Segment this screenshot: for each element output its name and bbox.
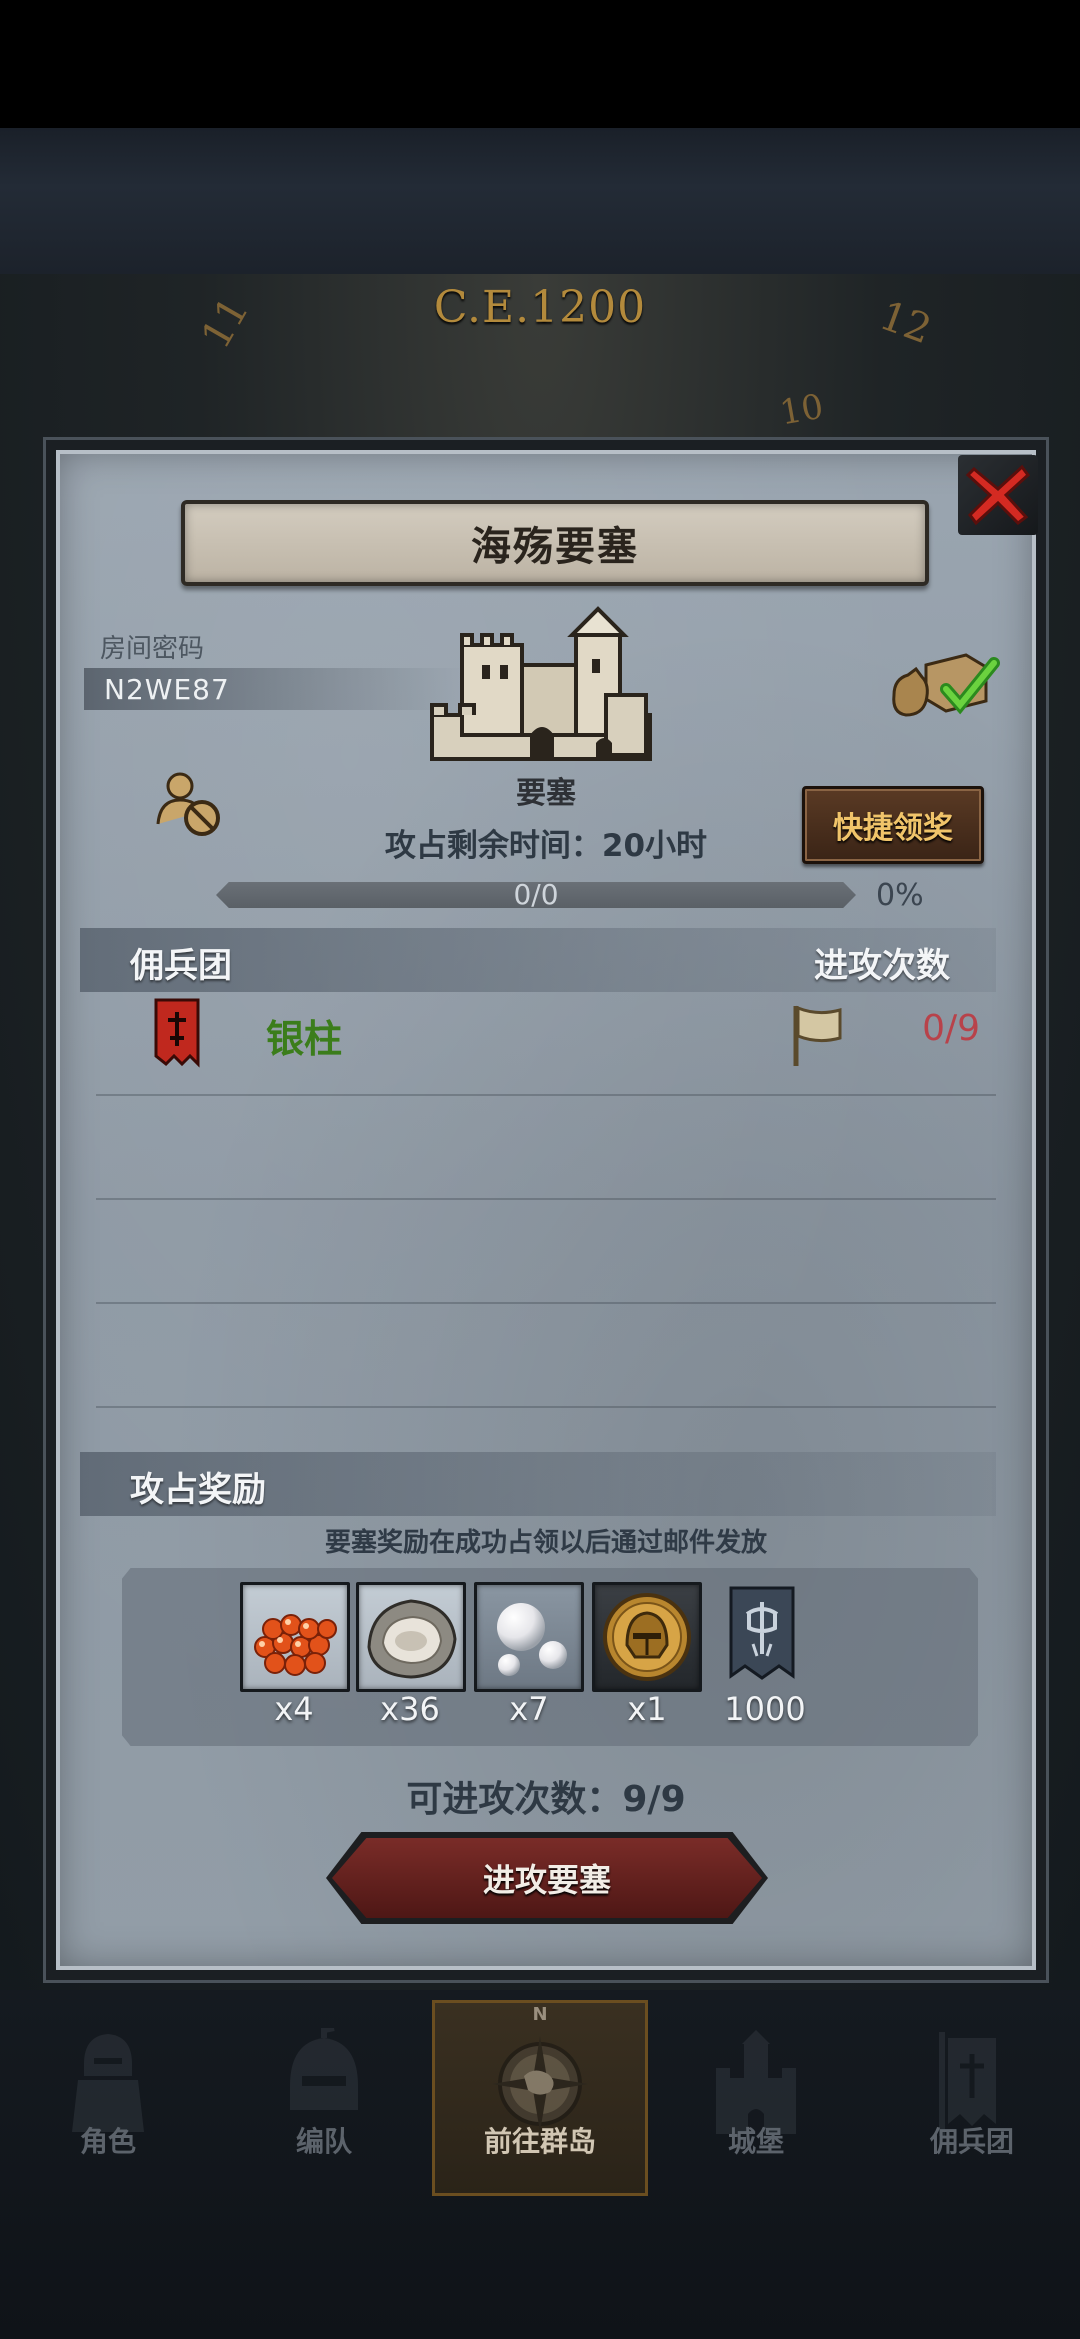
attacks-header: 进攻次数	[814, 946, 950, 986]
reward-item[interactable]	[710, 1582, 820, 1692]
reward-item[interactable]	[356, 1582, 466, 1692]
nav-item-formation[interactable]: 编队	[216, 2000, 432, 2196]
banner-emblem-icon	[710, 1582, 814, 1686]
capture-progress-text: 0/0	[513, 878, 559, 911]
room-code: N2WE87	[104, 672, 230, 706]
game-screen: C.E.1200 12 11 10 海殇要塞 房间密码 N2WE87 要塞 快捷…	[0, 0, 1080, 2339]
nav-label: 角色	[79, 2125, 136, 2158]
remaining-attempts: 可进攻次数：9/9	[406, 1779, 686, 1820]
reward-item[interactable]	[240, 1582, 350, 1692]
close-icon	[965, 464, 1031, 526]
rewards-header: 攻占奖励	[130, 1470, 266, 1510]
nav-item-mercenary[interactable]: 佣兵团	[864, 2000, 1080, 2196]
room-code-bar: N2WE87	[84, 668, 464, 710]
top-strip	[0, 128, 1080, 274]
title-scroll: 海殇要塞	[181, 500, 929, 586]
mercenary-section-header: 佣兵团 进攻次数	[80, 928, 996, 992]
rewards-section-header: 攻占奖励	[80, 1452, 996, 1516]
fortress-panel: 海殇要塞 房间密码 N2WE87 要塞 快捷领奖 攻占剩余时间：20小时 0/0…	[46, 440, 1046, 1980]
nav-label: 佣兵团	[929, 2125, 1014, 2158]
row-divider	[96, 1094, 996, 1096]
nav-item-character[interactable]: 角色	[0, 2000, 216, 2196]
status-bar-area	[0, 0, 1080, 128]
nav-label: 前往群岛	[483, 2125, 596, 2158]
rewards-note: 要塞奖励在成功占领以后通过邮件发放	[324, 1528, 767, 1558]
nav-item-castle[interactable]: 城堡	[648, 2000, 864, 2196]
compass-letter: N	[532, 2004, 548, 2025]
attack-fortress-label: 进攻要塞	[482, 1861, 611, 1899]
bottom-nav: 角色 编队 N 前往群岛 城堡 佣兵团	[0, 2000, 1080, 2196]
room-code-label: 房间密码	[100, 634, 205, 664]
fortress-icon[interactable]	[426, 595, 656, 765]
nav-label: 城堡	[727, 2125, 784, 2158]
flag-icon	[793, 1005, 842, 1066]
clock-number: 10	[776, 386, 827, 434]
capture-progress-percent: 0%	[876, 878, 924, 913]
nav-item-islands[interactable]: N 前往群岛	[432, 2000, 648, 2196]
mercenary-row[interactable]: 银柱 0/9	[80, 990, 996, 1090]
rewards-claimed-icon[interactable]	[886, 645, 1006, 725]
mercenary-attack-count: 0/9	[922, 1008, 980, 1049]
time-remaining: 攻占剩余时间：20小时	[384, 828, 708, 864]
reward-item[interactable]	[592, 1582, 702, 1692]
nav-label: 编队	[295, 2125, 352, 2158]
close-button[interactable]	[958, 455, 1038, 535]
mercenary-banner-icon	[154, 998, 200, 1068]
pearl-icon	[474, 1582, 584, 1692]
oyster-icon	[356, 1582, 466, 1692]
caviar-icon	[240, 1582, 350, 1692]
panel-title: 海殇要塞	[471, 524, 639, 570]
reward-item[interactable]	[474, 1582, 584, 1692]
row-divider	[96, 1198, 996, 1200]
mercenary-name: 银柱	[266, 1017, 343, 1061]
row-divider	[96, 1406, 996, 1408]
row-divider	[96, 1302, 996, 1304]
mercenary-header: 佣兵团	[130, 946, 232, 986]
reward-quantity: 1000	[724, 1690, 806, 1728]
attack-fortress-button[interactable]: 进攻要塞	[332, 1838, 762, 1918]
gold-helmet-coin-icon	[592, 1582, 702, 1692]
